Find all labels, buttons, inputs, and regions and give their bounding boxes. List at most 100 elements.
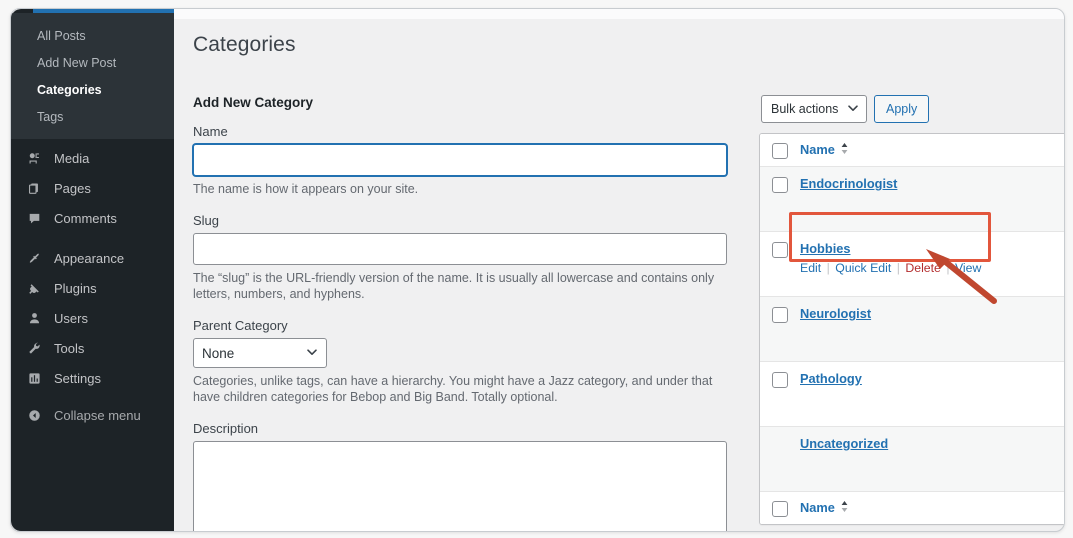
slug-help-text: The “slug” is the URL-friendly version o… xyxy=(193,271,715,301)
row-name-cell: Uncategorized xyxy=(800,436,1064,452)
name-input[interactable] xyxy=(193,144,727,176)
action-separator: | xyxy=(896,261,900,275)
row-name-cell: Pathology xyxy=(800,371,1064,387)
menu-divider-gap xyxy=(11,233,174,243)
sidebar-accent-bar xyxy=(33,9,174,13)
name-label: Name xyxy=(193,124,228,139)
sidebar-item-all-posts[interactable]: All Posts xyxy=(11,23,174,50)
row-checkbox[interactable] xyxy=(772,242,788,258)
categories-list-panel: Bulk actions Apply Name Endocrinologist … xyxy=(759,95,1064,531)
row-checkbox[interactable] xyxy=(772,372,788,388)
sidebar-item-media[interactable]: Media xyxy=(11,143,174,173)
comments-icon xyxy=(23,209,45,227)
table-row[interactable]: Uncategorized xyxy=(760,427,1064,492)
sidebar-item-label: Users xyxy=(54,310,88,326)
table-row[interactable]: Neurologist xyxy=(760,297,1064,362)
row-checkbox-cell xyxy=(760,306,800,323)
column-header-label: Name xyxy=(800,142,835,157)
row-checkbox[interactable] xyxy=(772,177,788,193)
delete-link[interactable]: Delete xyxy=(905,261,941,275)
sidebar-item-collapse-menu[interactable]: Collapse menu xyxy=(11,400,174,430)
table-header-row-top: Name xyxy=(760,134,1064,167)
row-checkbox-cell xyxy=(760,371,800,388)
sidebar-item-label: Appearance xyxy=(54,250,125,266)
table-nav-bottom: Bulk actions Apply xyxy=(759,525,1064,531)
name-column-header-bottom[interactable]: Name xyxy=(800,499,1064,517)
users-icon xyxy=(23,309,45,327)
media-icon xyxy=(23,149,45,167)
view-link[interactable]: View xyxy=(955,261,981,275)
content-area: Categories Add New Category Name The nam… xyxy=(174,19,1064,531)
sidebar-item-settings[interactable]: Settings xyxy=(11,363,174,393)
posts-submenu: All Posts Add New Post Categories Tags xyxy=(11,13,174,139)
settings-icon xyxy=(23,369,45,387)
sidebar-item-tools[interactable]: Tools xyxy=(11,333,174,363)
category-name-link[interactable]: Neurologist xyxy=(800,306,1064,322)
apply-button-top[interactable]: Apply xyxy=(874,95,930,123)
action-separator: | xyxy=(946,261,950,275)
category-name-link[interactable]: Pathology xyxy=(800,371,1064,387)
sidebar-item-categories[interactable]: Categories xyxy=(11,77,174,104)
select-all-checkbox-bottom[interactable] xyxy=(772,500,788,517)
row-checkbox-cell xyxy=(760,176,800,193)
parent-category-label: Parent Category xyxy=(193,318,288,333)
quick-edit-link[interactable]: Quick Edit xyxy=(835,261,891,275)
select-all-checkbox-top[interactable] xyxy=(772,142,788,159)
sidebar-item-label: Pages xyxy=(54,180,91,196)
table-nav-top: Bulk actions Apply xyxy=(759,95,1064,133)
slug-label: Slug xyxy=(193,213,220,228)
category-name-link[interactable]: Endocrinologist xyxy=(800,176,1064,192)
sort-icon[interactable] xyxy=(840,500,849,516)
sidebar-item-users[interactable]: Users xyxy=(11,303,174,333)
form-heading: Add New Category xyxy=(193,95,314,110)
row-checkbox-cell xyxy=(760,241,800,258)
column-header-label: Name xyxy=(800,500,835,515)
row-actions: Edit | Quick Edit | Delete | View xyxy=(800,260,1064,276)
sidebar-item-label: Comments xyxy=(54,210,117,226)
add-new-category-form: Add New Category Name The name is how it… xyxy=(193,95,733,531)
parent-category-select[interactable]: None xyxy=(193,338,327,368)
collapse-icon xyxy=(23,406,45,424)
sidebar-item-comments[interactable]: Comments xyxy=(11,203,174,233)
plugins-icon xyxy=(23,279,45,297)
admin-sidebar: All Posts Add New Post Categories Tags M… xyxy=(11,9,174,531)
pages-icon xyxy=(23,179,45,197)
sidebar-item-add-new-post[interactable]: Add New Post xyxy=(11,50,174,77)
resize-handle-icon[interactable] xyxy=(714,526,724,531)
category-name-link[interactable]: Uncategorized xyxy=(800,436,1064,452)
slug-input[interactable] xyxy=(193,233,727,265)
chevron-down-icon xyxy=(306,346,318,361)
bulk-actions-select-top[interactable]: Bulk actions xyxy=(761,95,867,123)
admin-page-container: All Posts Add New Post Categories Tags M… xyxy=(10,8,1065,532)
table-row[interactable]: Hobbies Edit | Quick Edit | Delete | Vie… xyxy=(760,232,1064,297)
name-column-header-top[interactable]: Name xyxy=(800,141,1064,159)
parent-category-help-text: Categories, unlike tags, can have a hier… xyxy=(193,374,713,404)
table-row[interactable]: Pathology xyxy=(760,362,1064,427)
main-menu: Media Pages Comments Appearance Plugins … xyxy=(11,139,174,430)
table-header-row-bottom: Name xyxy=(760,492,1064,524)
sidebar-item-tags[interactable]: Tags xyxy=(11,104,174,131)
row-name-cell: Hobbies Edit | Quick Edit | Delete | Vie… xyxy=(800,241,1064,276)
bulk-actions-value: Bulk actions xyxy=(771,102,839,116)
table-row[interactable]: Endocrinologist xyxy=(760,167,1064,232)
name-help-text: The name is how it appears on your site. xyxy=(193,182,419,196)
description-label: Description xyxy=(193,421,259,436)
row-name-cell: Endocrinologist xyxy=(800,176,1064,192)
category-name-link[interactable]: Hobbies xyxy=(800,241,1064,257)
sidebar-item-pages[interactable]: Pages xyxy=(11,173,174,203)
sidebar-item-label: Plugins xyxy=(54,280,97,296)
sidebar-item-label: Collapse menu xyxy=(54,407,141,423)
description-textarea[interactable] xyxy=(193,441,727,531)
sidebar-item-appearance[interactable]: Appearance xyxy=(11,243,174,273)
row-checkbox[interactable] xyxy=(772,307,788,323)
row-checkbox-cell-empty xyxy=(760,436,800,437)
select-all-cell-bottom xyxy=(760,500,800,517)
sort-icon[interactable] xyxy=(840,142,849,158)
page-title: Categories xyxy=(193,33,296,56)
tools-icon xyxy=(23,339,45,357)
appearance-icon xyxy=(23,249,45,267)
sidebar-item-label: Settings xyxy=(54,370,101,386)
action-separator: | xyxy=(826,261,830,275)
edit-link[interactable]: Edit xyxy=(800,261,821,275)
sidebar-item-plugins[interactable]: Plugins xyxy=(11,273,174,303)
